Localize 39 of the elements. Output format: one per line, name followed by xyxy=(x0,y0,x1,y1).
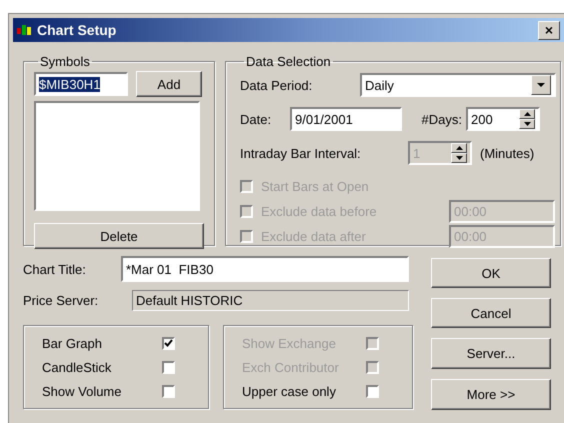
unit-label: (Minutes) xyxy=(480,146,534,160)
field-label: Data Period: xyxy=(240,78,314,92)
checkbox[interactable] xyxy=(162,361,175,374)
option-label: Show Exchange xyxy=(242,336,337,351)
symbol-field[interactable]: $MIB30H1 xyxy=(34,72,128,96)
symbol-list[interactable] xyxy=(34,101,200,211)
app-icon xyxy=(17,24,33,36)
field-label: Date: xyxy=(240,112,272,126)
days-spinner[interactable]: 200 xyxy=(466,107,540,131)
window-title: Chart Setup xyxy=(37,22,118,38)
data-period-dropdown[interactable]: Daily xyxy=(360,73,556,97)
option-label: Show Volume xyxy=(42,384,122,399)
chart-title-field[interactable]: *Mar 01 FIB30 xyxy=(121,256,409,282)
field-label: Chart Title: xyxy=(23,262,87,276)
delete-button[interactable]: Delete xyxy=(34,223,204,249)
spin-buttons[interactable] xyxy=(519,109,535,129)
option-label: Bar Graph xyxy=(42,336,103,351)
group-label: Data Selection xyxy=(245,54,332,69)
dialog-button[interactable]: Server... xyxy=(431,338,551,369)
option-label: Start Bars at Open xyxy=(261,179,370,194)
field-label: #Days: xyxy=(420,112,462,126)
checkbox[interactable] xyxy=(162,385,175,398)
field-label: Price Server: xyxy=(23,293,100,308)
option-label: Exclude data before xyxy=(261,204,378,219)
date-field[interactable]: 9/01/2001 xyxy=(290,107,402,131)
checkbox[interactable] xyxy=(366,385,379,398)
add-button[interactable]: Add xyxy=(136,71,202,97)
dialog-button[interactable]: Cancel xyxy=(431,298,551,328)
close-button[interactable]: × xyxy=(538,20,560,40)
option-label: Upper case only xyxy=(242,384,337,399)
option-label: CandleStick xyxy=(42,360,112,375)
price-server-field: Default HISTORIC xyxy=(132,290,409,311)
dialog-button[interactable]: OK xyxy=(431,258,551,288)
dialog-button[interactable]: More >> xyxy=(431,379,551,410)
checkbox[interactable] xyxy=(162,337,175,350)
option-label: Exclude data after xyxy=(261,229,367,244)
field-label: Intraday Bar Interval: xyxy=(240,146,362,160)
option-label: Exch Contributor xyxy=(242,360,340,375)
group-label: Symbols xyxy=(39,54,91,69)
